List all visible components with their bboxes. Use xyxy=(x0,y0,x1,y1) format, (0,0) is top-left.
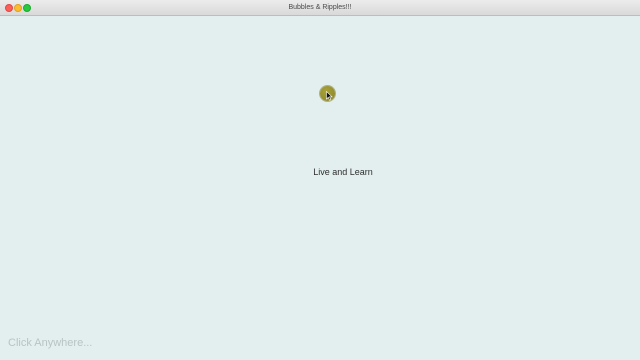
mouse-cursor-icon xyxy=(326,91,333,101)
canvas-area[interactable]: Live and Learn Click Anywhere... xyxy=(0,16,640,360)
hint-text: Click Anywhere... xyxy=(8,337,93,349)
app-window: Bubbles & Ripples!!! Live and Learn Clic… xyxy=(0,0,640,360)
window-title: Bubbles & Ripples!!! xyxy=(288,4,352,11)
center-text: Live and Learn xyxy=(313,167,373,177)
title-bar[interactable]: Bubbles & Ripples!!! xyxy=(0,0,640,16)
